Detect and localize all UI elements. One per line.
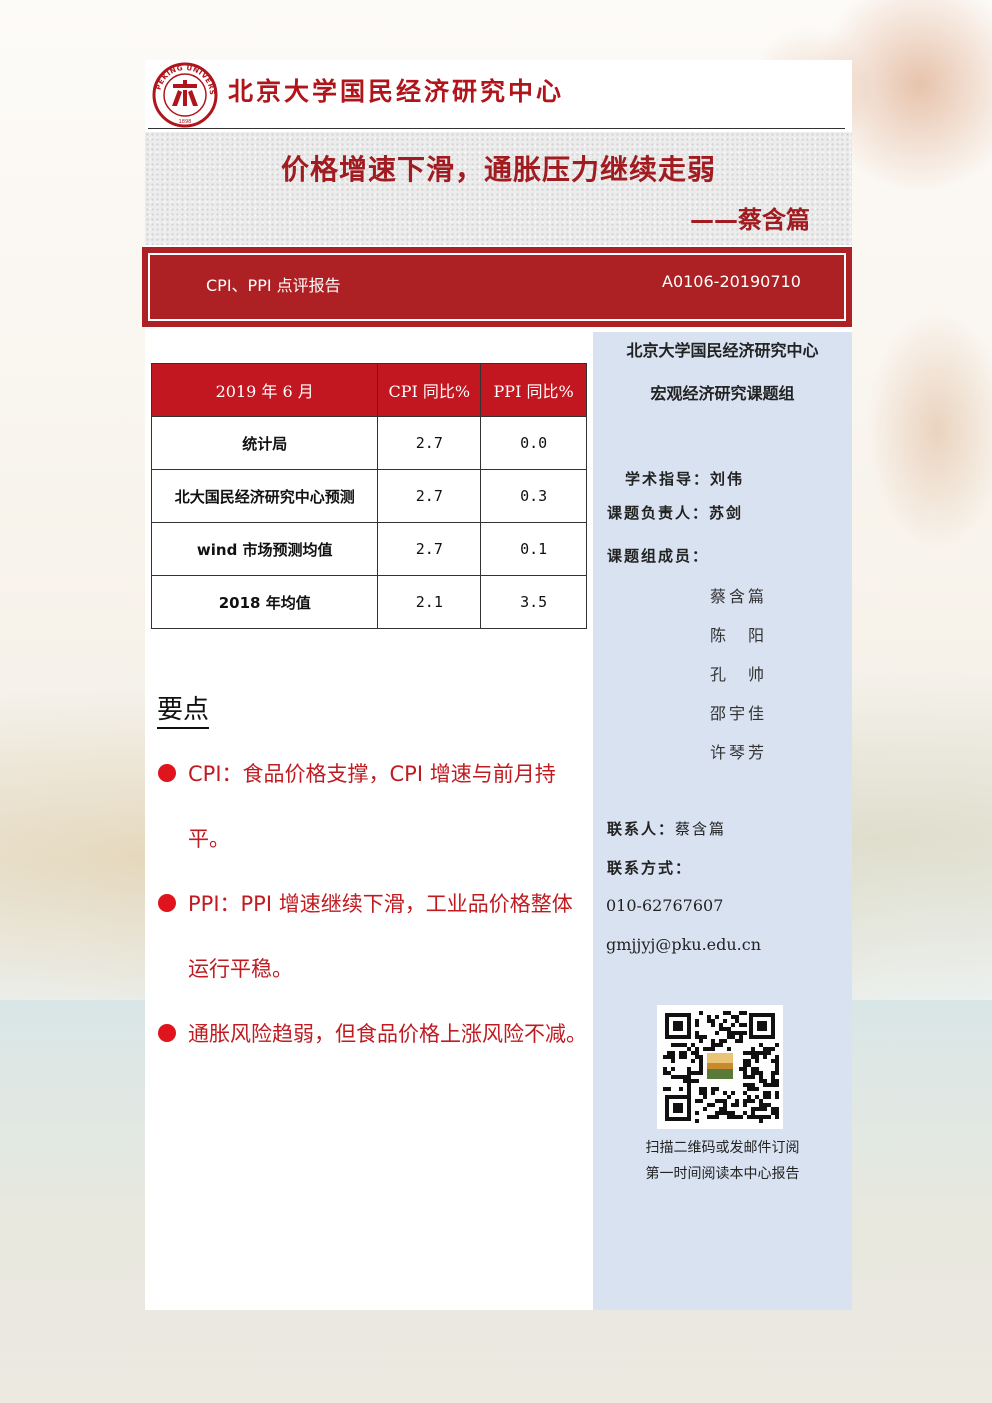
peking-university-logo: PEKING UNIVERSITY 1898: [148, 62, 218, 128]
ppi-value: 3.5: [480, 575, 587, 629]
key-point-text: CPI：食品价格支撑，CPI 增速与前月持平。: [188, 762, 556, 851]
member-name: 陈 阳: [710, 626, 768, 645]
key-point-text: PPI：PPI 增速继续下滑，工业品价格整体运行平稳。: [188, 892, 573, 981]
members-label-line: 课题组成员：: [607, 545, 709, 566]
cpi-value: 2.1: [377, 575, 482, 629]
table-row: 2018 年均值 2.1 3.5: [150, 575, 587, 629]
header-divider: [148, 128, 845, 129]
report-id: A0106-20190710: [662, 272, 801, 291]
report-title: 价格增速下滑，通胀压力继续走弱: [280, 153, 716, 186]
org-title: 北京大学国民经济研究中心: [228, 77, 565, 106]
method-label: 联系方式：: [607, 859, 693, 877]
row-label: wind 市场预测均值: [150, 522, 379, 576]
member-name: 孔 帅: [710, 665, 768, 684]
contact-name: 蔡含篇: [675, 820, 727, 838]
table-row: wind 市场预测均值 2.7 0.1: [150, 522, 587, 576]
list-item: PPI：PPI 增速继续下滑，工业品价格整体运行平稳。: [158, 872, 588, 1002]
report-author: ——蔡含篇: [690, 206, 810, 234]
cpi-value: 2.7: [377, 416, 482, 470]
qr-caption-2: 第一时间阅读本中心报告: [645, 1166, 800, 1182]
contact-line: 联系人：蔡含篇: [607, 818, 726, 839]
sidebar-group: 宏观经济研究课题组: [650, 384, 795, 403]
sidebar-org: 北京大学国民经济研究中心: [626, 341, 819, 360]
background-leaf: [860, 300, 992, 560]
list-item: 通胀风险趋弱，但食品价格上涨风险不减。: [158, 1002, 588, 1067]
ppi-value: 0.1: [480, 522, 587, 576]
leader-name: 苏剑: [709, 504, 744, 522]
member-name: 许琴芳: [710, 743, 768, 762]
cpi-value: 2.7: [377, 469, 482, 523]
table-row: 北大国民经济研究中心预测 2.7 0.3: [150, 469, 587, 523]
row-label: 2018 年均值: [150, 575, 379, 629]
row-label: 统计局: [150, 416, 379, 470]
method-line: 联系方式：: [607, 857, 692, 878]
ppi-value: 0.0: [480, 416, 587, 470]
leader-label: 课题负责人：: [607, 504, 710, 522]
key-points-heading: 要点: [157, 694, 210, 729]
advisor-line: 学术指导：刘伟: [625, 468, 744, 489]
table-header-row: 2019 年 6 月 CPI 同比% PPI 同比%: [150, 363, 587, 417]
forecast-table: 2019 年 6 月 CPI 同比% PPI 同比% 统计局 2.7 0.0 北…: [150, 363, 587, 629]
logo-year: 1898: [179, 119, 192, 125]
list-item: CPI：食品价格支撑，CPI 增速与前月持平。: [158, 742, 588, 872]
row-label: 北大国民经济研究中心预测: [150, 469, 379, 523]
phone-number: 010-62767607: [606, 896, 724, 915]
table-header-period: 2019 年 6 月: [150, 363, 379, 417]
qr-code-icon: [657, 1005, 783, 1129]
bullet-dot-icon: [158, 764, 176, 782]
key-point-text: 通胀风险趋弱，但食品价格上涨风险不减。: [188, 1022, 587, 1046]
table-row: 统计局 2.7 0.0: [150, 416, 587, 470]
member-name: 蔡含篇: [710, 587, 768, 606]
table-header-ppi: PPI 同比%: [480, 363, 587, 417]
email-address[interactable]: gmjjyj@pku.edu.cn: [606, 935, 761, 954]
cpi-value: 2.7: [377, 522, 482, 576]
member-name: 邵宇佳: [710, 704, 768, 723]
key-points-list: CPI：食品价格支撑，CPI 增速与前月持平。 PPI：PPI 增速继续下滑，工…: [158, 742, 588, 1067]
qr-caption-1: 扫描二维码或发邮件订阅: [645, 1140, 800, 1156]
advisor-label: 学术指导：: [625, 470, 711, 488]
report-type: CPI、PPI 点评报告: [206, 276, 341, 295]
advisor-name: 刘伟: [710, 470, 745, 488]
ppi-value: 0.3: [480, 469, 587, 523]
contact-label: 联系人：: [607, 820, 676, 838]
leader-line: 课题负责人：苏剑: [607, 502, 743, 523]
bullet-dot-icon: [158, 894, 176, 912]
table-header-cpi: CPI 同比%: [377, 363, 482, 417]
members-label: 课题组成员：: [607, 547, 710, 565]
bullet-dot-icon: [158, 1024, 176, 1042]
